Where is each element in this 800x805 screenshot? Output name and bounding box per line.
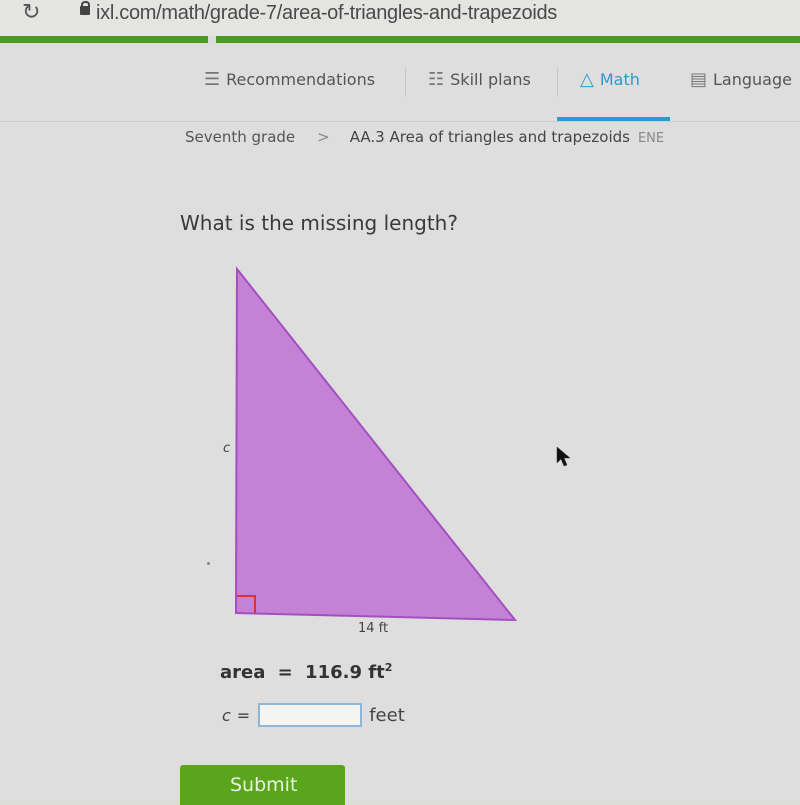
answer-variable: c [222, 705, 231, 725]
lock-icon [80, 1, 90, 16]
answer-input[interactable] [258, 703, 363, 727]
url-text[interactable]: ixl.com/math/grade-7/area-of-triangles-a… [96, 2, 557, 25]
page-load-progress [0, 36, 208, 43]
triangle-figure [234, 266, 518, 622]
page-load-progress-2 [216, 36, 800, 43]
area-value: 116.9 ft [305, 662, 385, 683]
stray-dot [207, 562, 210, 565]
page-content: ☰ Recommendations ☷ Skill plans △ Math ▤… [0, 43, 800, 805]
answer-row: c = feet [222, 703, 405, 727]
area-equals: = [277, 662, 293, 683]
mouse-cursor-icon [556, 446, 571, 467]
base-label: 14 ft [358, 621, 389, 636]
height-label: c [223, 441, 231, 456]
answer-equals: = [236, 705, 251, 725]
right-triangle [234, 266, 518, 622]
answer-unit: feet [369, 704, 405, 726]
area-exponent: 2 [384, 661, 393, 674]
browser-address-bar: ↻ ixl.com/math/grade-7/area-of-triangles… [0, 0, 800, 36]
area-statement: area = 116.9 ft2 [220, 661, 392, 683]
area-label: area [220, 662, 266, 683]
submit-button[interactable]: Submit [180, 765, 345, 805]
reload-icon[interactable]: ↻ [22, 0, 40, 25]
